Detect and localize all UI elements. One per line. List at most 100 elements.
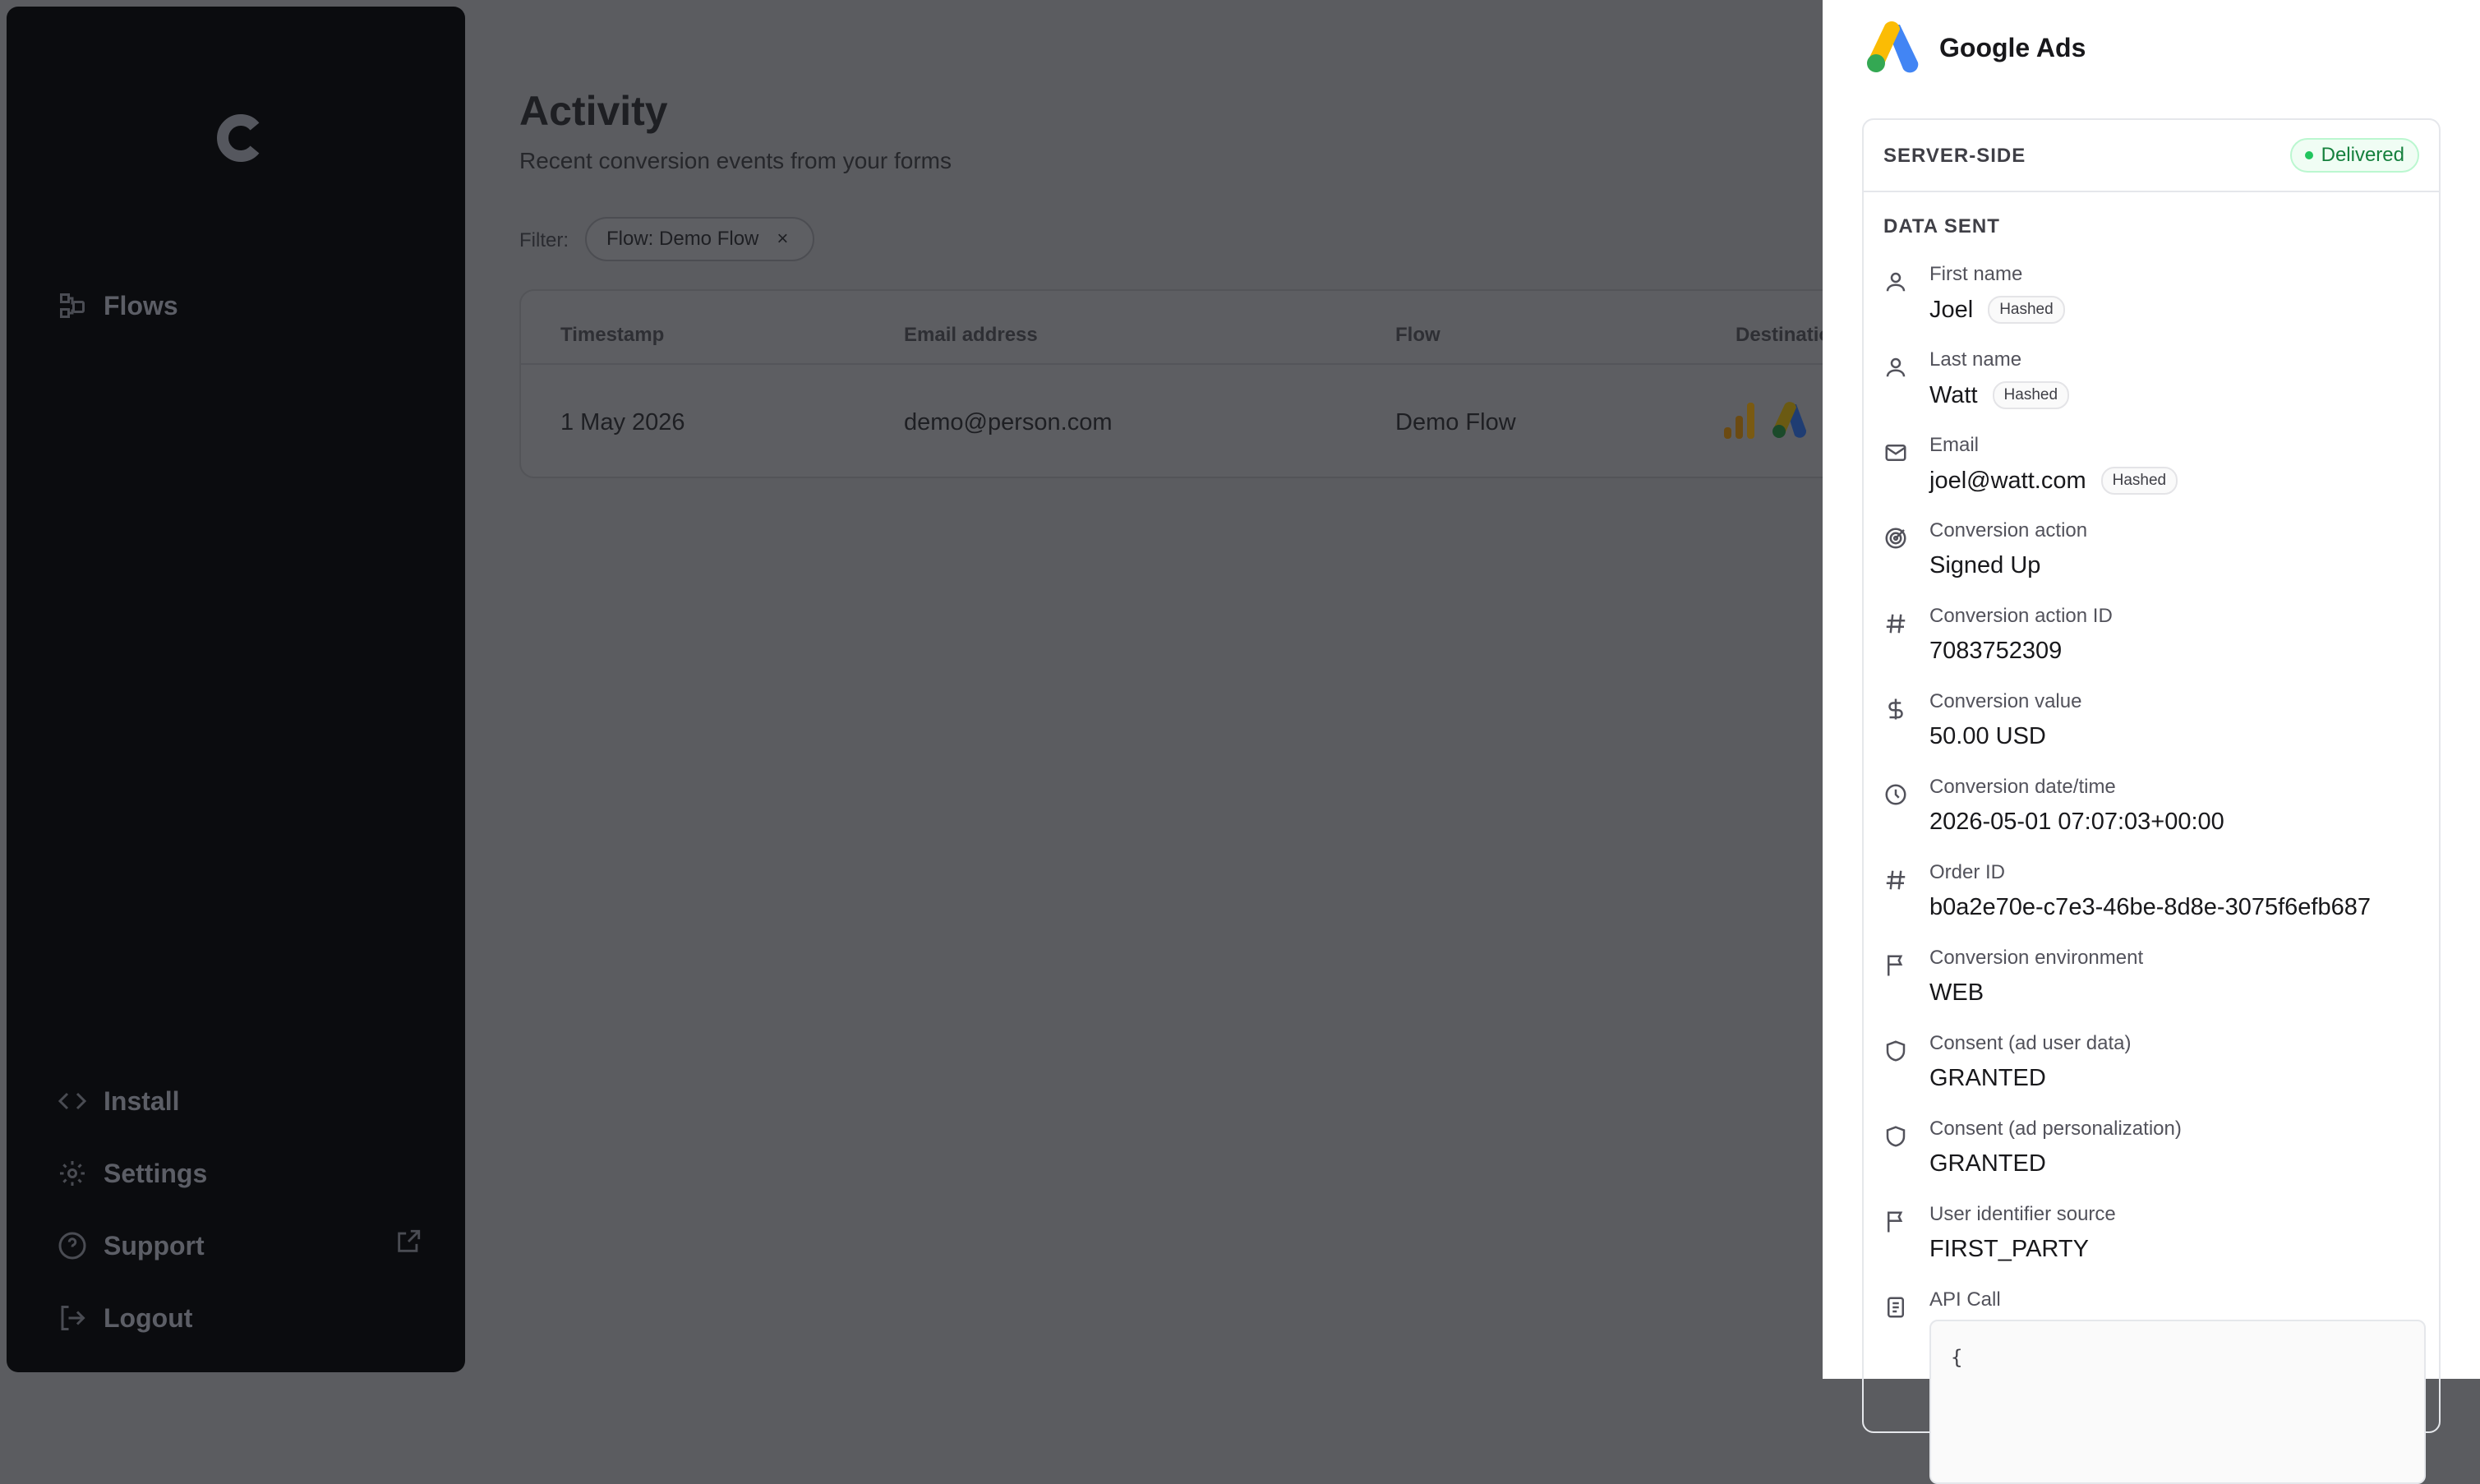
sidebar-item-settings[interactable]: Settings (56, 1150, 207, 1196)
sidebar-item-logout[interactable]: Logout (56, 1295, 192, 1341)
field-label: Consent (ad user data) (1929, 1032, 2132, 1054)
field-label: Conversion action (1929, 519, 2088, 542)
field-value-text: Watt (1929, 381, 1978, 408)
flows-icon (56, 289, 89, 322)
field-conversion-value: Conversion value 50.00 USD (1883, 689, 2426, 771)
field-conversion-datetime: Conversion date/time 2026-05-01 07:07:03… (1883, 774, 2426, 856)
field-email: Email joel@watt.com Hashed (1883, 432, 2426, 514)
user-icon (1883, 270, 1910, 296)
sidebar-item-label: Logout (104, 1302, 193, 1333)
status-label: Delivered (2321, 144, 2404, 166)
field-value: WEB (1929, 979, 1984, 1006)
sidebar: Flows Install Settings Support Logout (7, 7, 465, 1372)
google-ads-icon[interactable] (1772, 401, 1809, 439)
help-circle-icon (56, 1229, 89, 1262)
status-dot-icon (2304, 151, 2313, 159)
field-label: First name (1929, 263, 2023, 285)
event-card: SERVER-SIDE Delivered DATA SENT First na… (1862, 118, 2441, 1484)
logout-icon (56, 1302, 89, 1334)
sidebar-item-flows[interactable]: Flows (56, 283, 178, 329)
field-order-id: Order ID b0a2e70e-c7e3-46be-8d8e-3075f6e… (1883, 860, 2426, 942)
field-label: Conversion date/time (1929, 776, 2116, 798)
filter-chip-label: Flow: Demo Flow (606, 228, 759, 250)
main-content: Activity Recent conversion events from y… (465, 0, 1823, 1379)
field-value: Signed Up (1929, 552, 2041, 578)
sidebar-item-label: Install (104, 1085, 180, 1116)
filter-chip[interactable]: Flow: Demo Flow × (585, 217, 815, 261)
field-value: FIRST_PARTY (1929, 1236, 2089, 1262)
destination-icons (1722, 401, 1809, 440)
shield-icon (1883, 1124, 1910, 1150)
field-conversion-action-id: Conversion action ID 7083752309 (1883, 603, 2426, 685)
hashed-badge: Hashed (1992, 381, 2070, 409)
field-value: 2026-05-01 07:07:03+00:00 (1929, 809, 2224, 835)
field-value: joel@watt.com Hashed (1929, 467, 2178, 495)
cell-email: demo@person.com (904, 409, 1113, 436)
dollar-icon (1883, 697, 1910, 723)
hashed-badge: Hashed (1988, 296, 2065, 324)
field-consent-ad-user-data: Consent (ad user data) GRANTED (1883, 1030, 2426, 1113)
column-header-destination[interactable]: Destinatio (1736, 324, 1823, 347)
brand-logo[interactable] (214, 112, 266, 164)
cell-timestamp: 1 May 2026 (560, 409, 685, 436)
field-last-name: Last name Watt Hashed (1883, 347, 2426, 429)
field-value: Joel Hashed (1929, 296, 2065, 324)
sidebar-item-label: Support (104, 1230, 205, 1260)
field-value: b0a2e70e-c7e3-46be-8d8e-3075f6efb687 (1929, 894, 2371, 920)
section-title: DATA SENT (1883, 215, 2000, 237)
external-link-icon[interactable] (394, 1228, 422, 1256)
page-title: Activity (519, 88, 668, 134)
flag-icon (1883, 953, 1910, 979)
column-header-timestamp[interactable]: Timestamp (560, 324, 664, 347)
destination-detail-drawer: Google Ads SERVER-SIDE Delivered DATA SE… (1823, 0, 2480, 1484)
field-value-text: Joel (1929, 296, 1974, 323)
event-kind: SERVER-SIDE (1883, 145, 2026, 167)
field-user-identifier-source: User identifier source FIRST_PARTY (1883, 1201, 2426, 1284)
drawer-header: Google Ads (1864, 21, 2086, 74)
shield-icon (1883, 1039, 1910, 1065)
drawer-title: Google Ads (1939, 32, 2086, 62)
analytics-icon[interactable] (1722, 401, 1757, 440)
api-call-code[interactable]: { (1929, 1320, 2426, 1484)
flag-icon (1883, 1210, 1910, 1236)
card-header: SERVER-SIDE Delivered (1864, 120, 2439, 192)
cell-flow: Demo Flow (1395, 409, 1516, 436)
field-label: Conversion value (1929, 690, 2082, 712)
field-label: Conversion environment (1929, 947, 2144, 969)
field-value-text: joel@watt.com (1929, 467, 2086, 494)
field-label: Email (1929, 434, 1980, 456)
field-conversion-action: Conversion action Signed Up (1883, 518, 2426, 600)
field-label: Order ID (1929, 861, 2006, 883)
field-label: API Call (1929, 1288, 2001, 1311)
clock-icon (1883, 782, 1910, 809)
field-consent-ad-personalization: Consent (ad personalization) GRANTED (1883, 1116, 2426, 1198)
filter-label: Filter: (519, 229, 569, 251)
field-label: User identifier source (1929, 1203, 2116, 1225)
sidebar-item-label: Settings (104, 1158, 208, 1188)
field-value: GRANTED (1929, 1150, 2046, 1177)
close-icon[interactable]: × (777, 228, 788, 251)
field-value: GRANTED (1929, 1065, 2046, 1091)
sidebar-item-support[interactable]: Support (56, 1223, 205, 1269)
column-header-flow[interactable]: Flow (1395, 324, 1441, 347)
field-label: Conversion action ID (1929, 605, 2113, 627)
gear-icon (56, 1157, 89, 1190)
user-icon (1883, 355, 1910, 381)
field-value: Watt Hashed (1929, 381, 2070, 409)
hash-icon (1883, 868, 1910, 894)
divider (521, 363, 1823, 365)
sidebar-item-label: Flows (104, 290, 178, 320)
page-subtitle: Recent conversion events from your forms (519, 148, 952, 173)
hashed-badge: Hashed (2100, 467, 2178, 495)
document-icon (1883, 1295, 1910, 1321)
mail-icon (1883, 440, 1910, 467)
google-ads-icon (1867, 21, 1919, 73)
code-icon (56, 1085, 89, 1118)
field-value: 7083752309 (1929, 638, 2063, 664)
field-label: Consent (ad personalization) (1929, 1118, 2182, 1140)
field-label: Last name (1929, 348, 2022, 371)
field-first-name: First name Joel Hashed (1883, 261, 2426, 343)
field-value: 50.00 USD (1929, 723, 2046, 749)
sidebar-item-install[interactable]: Install (56, 1078, 179, 1124)
column-header-email[interactable]: Email address (904, 324, 1038, 347)
